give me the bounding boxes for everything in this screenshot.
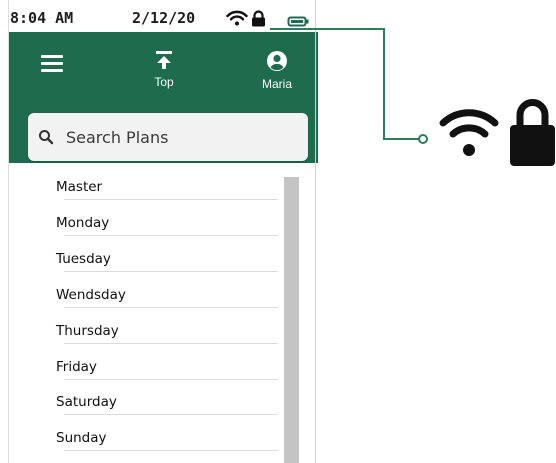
lock-icon bbox=[509, 95, 556, 172]
callout-connector bbox=[270, 28, 428, 144]
wifi-icon bbox=[438, 103, 500, 166]
